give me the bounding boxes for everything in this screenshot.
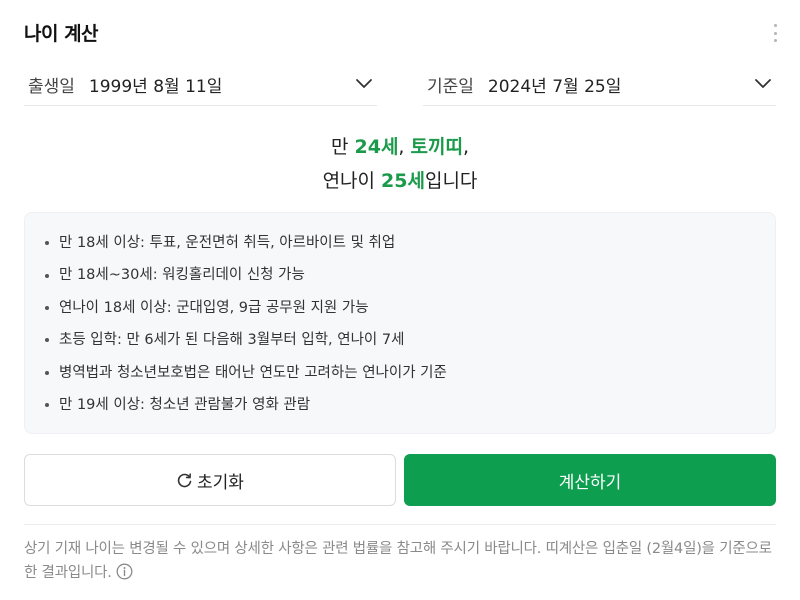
widget-header: 나이 계산 (24, 0, 776, 64)
birth-date-label: 출생일 (28, 77, 75, 97)
reference-date-select[interactable]: 기준일 2024년 7월 25일 (423, 64, 776, 106)
widget-title: 나이 계산 (24, 22, 99, 45)
age-info-box: 만 18세 이상: 투표, 운전면허 취득, 아르바이트 및 취업 만 18세~… (24, 212, 776, 434)
reference-date-label: 기준일 (427, 77, 474, 97)
age-result-line-1: 만 24세, 토끼띠, (330, 136, 470, 158)
age-info-list: 만 18세 이상: 투표, 운전면허 취득, 아르바이트 및 취업 만 18세~… (45, 227, 755, 421)
reset-button[interactable]: 초기화 (24, 454, 396, 506)
calculate-button[interactable]: 계산하기 (404, 454, 776, 506)
birth-date-value: 1999년 8월 11일 (88, 77, 223, 97)
disclaimer-note: 상기 기재 나이는 변경될 수 있으며 상세한 사항은 관련 법률을 참고해 주… (24, 537, 776, 588)
reference-date-value: 2024년 7월 25일 (487, 77, 622, 97)
list-item: 만 18세~30세: 워킹홀리데이 신청 가능 (45, 259, 755, 291)
list-item: 만 19세 이상 : 청소년 관람불가 영화 관람 (45, 389, 755, 421)
list-item: 만 18세 이상: 투표, 운전면허 취득, 아르바이트 및 취업 (45, 227, 755, 259)
korean-age-value: 25세 (381, 170, 425, 192)
list-item: 병역법과 청소년보호법 은 태어난 연도만 고려하는 연나이가 기준 (45, 357, 755, 389)
info-circle-icon[interactable] (116, 563, 133, 588)
birth-date-select[interactable]: 출생일 1999년 8월 11일 (24, 64, 377, 106)
list-item: 초등 입학: 만 6세가 된 다음해 3월부터 입학, 연나이 7세 (45, 324, 755, 356)
date-selectors: 출생일 1999년 8월 11일 기준일 2024년 7월 25일 (24, 64, 776, 106)
disclaimer-text: 상기 기재 나이는 변경될 수 있으며 상세한 사항은 관련 법률을 참고해 주… (24, 541, 772, 581)
action-buttons: 초기화 계산하기 (24, 454, 776, 506)
chevron-down-icon (755, 79, 771, 88)
refresh-icon (177, 472, 192, 487)
calculate-button-label: 계산하기 (558, 472, 622, 493)
reset-button-label: 초기화 (197, 472, 244, 493)
age-value: 24세 (354, 136, 399, 158)
age-result: 만 24세, 토끼띠, 연나이 25세입니다 (24, 130, 776, 198)
zodiac-value: 토끼띠 (410, 136, 463, 158)
divider (24, 524, 776, 525)
list-item: 연나이 18세 이상: 군대입영, 9급 공무원 지원 가능 (45, 292, 755, 324)
age-calculator-widget: 나이 계산 출생일 1999년 8월 11일 기준일 2024년 7월 25일 … (0, 0, 800, 600)
chevron-down-icon (356, 79, 372, 88)
age-result-line-2: 연나이 25세입니다 (322, 170, 478, 192)
more-vertical-icon[interactable] (772, 24, 778, 42)
